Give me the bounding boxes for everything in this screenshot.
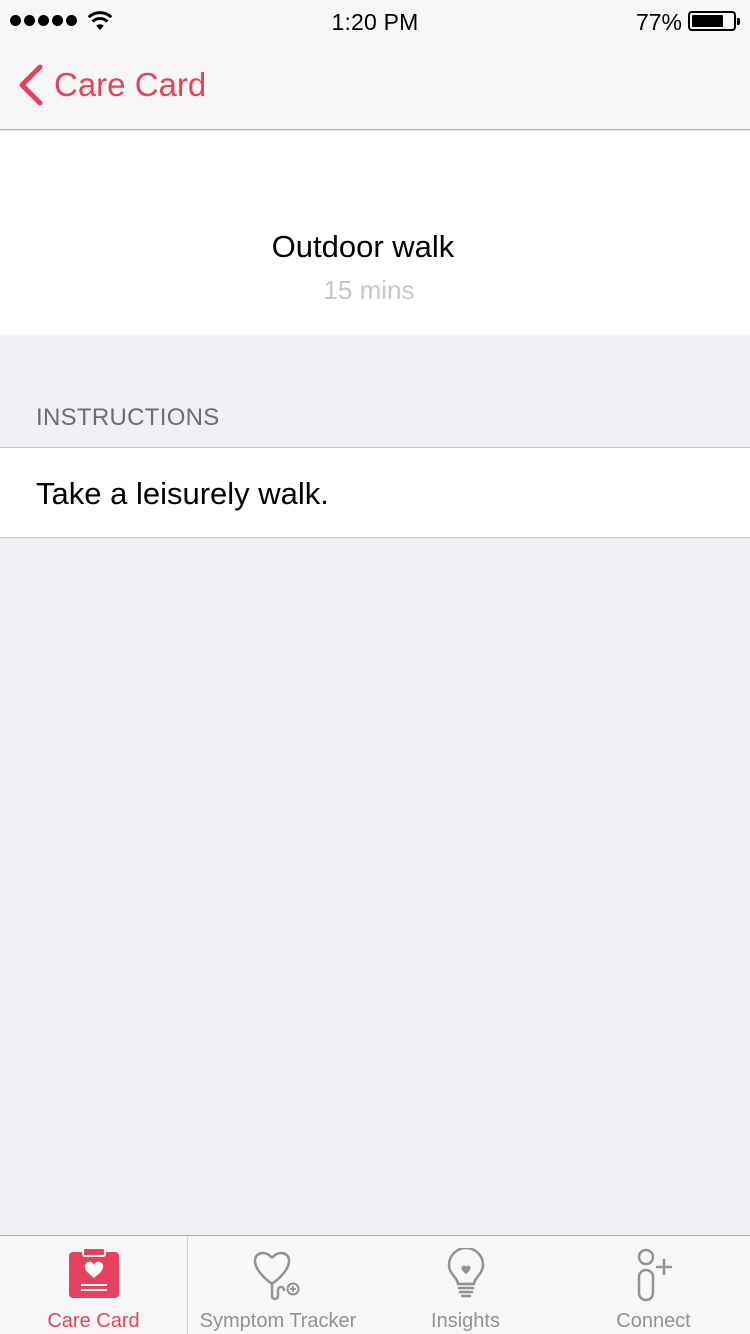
tab-label: Symptom Tracker [199, 1310, 357, 1332]
lightbulb-icon [447, 1248, 484, 1298]
activity-duration: 15 mins [323, 275, 415, 305]
tab-label: Care Card [47, 1310, 140, 1332]
back-button-label: Care Card [54, 66, 207, 103]
instructions-section-header: INSTRUCTIONS [36, 404, 220, 431]
tab-bar: Care Card Symptom Tracker Insights Conne… [0, 1235, 750, 1334]
tab-label: Insights [431, 1310, 500, 1332]
instructions-text: Take a leisurely walk. [36, 476, 329, 511]
battery-percentage: 77% [635, 9, 682, 35]
back-button[interactable]: Care Card [16, 62, 206, 108]
activity-title: Outdoor walk [271, 229, 455, 264]
instructions-cell: Take a leisurely walk. [0, 447, 750, 538]
activity-header: Outdoor walk 15 mins [0, 131, 750, 335]
tab-insights[interactable]: Insights [372, 1236, 559, 1334]
stethoscope-icon [253, 1251, 300, 1301]
battery-fill [692, 15, 723, 27]
tab-symptom-tracker[interactable]: Symptom Tracker [188, 1236, 368, 1334]
status-bar: 1:20 PM 77% [0, 0, 750, 40]
chevron-left-icon [19, 64, 43, 106]
connect-icon [637, 1248, 672, 1302]
tab-care-card[interactable]: Care Card [0, 1236, 187, 1334]
care-card-icon [68, 1248, 119, 1298]
battery-icon [688, 11, 740, 31]
tab-label: Connect [616, 1310, 691, 1332]
navigation-bar: Care Card [0, 40, 750, 130]
tab-connect[interactable]: Connect [560, 1236, 747, 1334]
